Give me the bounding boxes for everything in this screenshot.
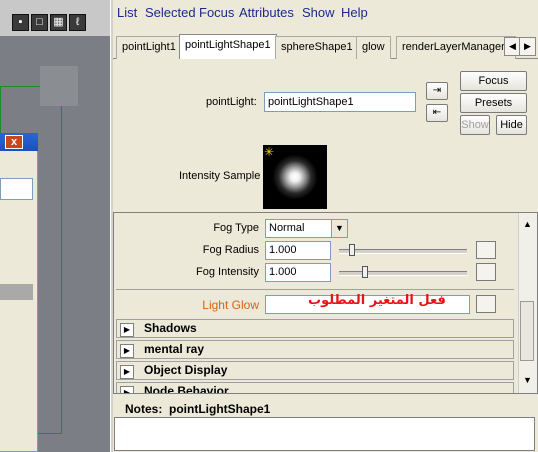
menu-list[interactable]: List xyxy=(117,5,137,20)
tab-glow[interactable]: glow xyxy=(356,36,391,59)
window-selected-row[interactable] xyxy=(0,284,33,300)
fog-intensity-map-icon[interactable] xyxy=(476,263,496,281)
notes-textarea[interactable] xyxy=(114,417,535,451)
frame-object-display[interactable]: ▶ Object Display xyxy=(116,361,514,380)
light-glow-map-icon[interactable] xyxy=(476,295,496,313)
fog-intensity-label: Fog Intensity xyxy=(196,266,259,278)
viewport-icon[interactable]: ▪ xyxy=(12,14,29,31)
menu-focus[interactable]: Focus xyxy=(199,5,234,20)
menu-attributes[interactable]: Attributes xyxy=(239,5,294,20)
chevron-down-icon: ▼ xyxy=(331,220,347,237)
frame-mental-ray-label: mental ray xyxy=(144,342,205,356)
scroll-thumb[interactable] xyxy=(520,301,534,361)
node-tabs: pointLight1 pointLightShape1 sphereShape… xyxy=(113,34,538,59)
menu-show[interactable]: Show xyxy=(302,5,335,20)
tab-pointlight1[interactable]: pointLight1 xyxy=(116,36,182,59)
scroll-up-icon[interactable]: ▲ xyxy=(523,219,532,229)
expand-arrow-icon[interactable]: ▶ xyxy=(120,344,134,358)
menu-selected[interactable]: Selected xyxy=(145,5,196,20)
fog-radius-slider[interactable] xyxy=(339,249,467,254)
lasso-icon[interactable]: ℓ xyxy=(69,14,86,31)
fog-intensity-field[interactable]: 1.000 xyxy=(265,263,331,282)
menu-help[interactable]: Help xyxy=(341,5,368,20)
scroll-down-icon[interactable]: ▼ xyxy=(523,375,532,385)
presets-button[interactable]: Presets xyxy=(460,93,527,113)
viewport-shape xyxy=(40,66,78,106)
input-connection-icon[interactable]: ⇥ xyxy=(426,82,448,100)
tab-pointlightshape1[interactable]: pointLightShape1 xyxy=(179,34,277,59)
fog-type-value: Normal xyxy=(269,222,305,234)
viewport-panel: ▪ □ ▦ ℓ x xyxy=(0,0,110,452)
hide-button[interactable]: Hide xyxy=(496,115,527,135)
fog-intensity-slider[interactable] xyxy=(339,271,467,276)
attribute-scroll-area[interactable]: Fog Type Normal ▼ Fog Radius 1.000 Fog I… xyxy=(113,212,538,394)
focus-button[interactable]: Focus xyxy=(460,71,527,91)
tab-scroll-right-icon[interactable]: ▶ xyxy=(519,37,536,56)
intensity-sample-label: Intensity Sample xyxy=(179,170,261,182)
light-glow-label: Light Glow xyxy=(202,298,259,312)
frame-object-display-label: Object Display xyxy=(144,363,228,377)
node-type-label: pointLight: xyxy=(206,96,257,108)
menu-bar: List Selected Focus Attributes Show Help xyxy=(113,2,538,22)
divider xyxy=(116,289,514,290)
node-name-field[interactable]: pointLightShape1 xyxy=(264,92,416,112)
fog-type-row: Fog Type Normal ▼ xyxy=(114,219,516,239)
expand-arrow-icon[interactable]: ▶ xyxy=(120,365,134,379)
notes-label: Notes: pointLightShape1 xyxy=(125,402,271,416)
render-cube-icon[interactable]: ▦ xyxy=(50,14,67,31)
tab-renderlayermanager[interactable]: renderLayerManager xyxy=(396,36,516,59)
close-icon[interactable]: x xyxy=(5,135,23,149)
window-field[interactable] xyxy=(0,178,33,200)
output-connection-icon[interactable]: ⇤ xyxy=(426,104,448,122)
frame-shadows-label: Shadows xyxy=(144,321,197,335)
frame-node-behavior[interactable]: ▶ Node Behavior xyxy=(116,382,514,394)
fog-radius-label: Fog Radius xyxy=(202,244,259,256)
node-header: pointLight: pointLightShape1 ⇥ ⇤ Focus P… xyxy=(113,65,538,212)
frame-shadows[interactable]: ▶ Shadows xyxy=(116,319,514,338)
fog-type-dropdown[interactable]: Normal ▼ xyxy=(265,219,348,238)
notes-section: Notes: pointLightShape1 xyxy=(113,400,538,452)
fog-radius-slider-thumb[interactable] xyxy=(348,244,355,256)
fog-radius-map-icon[interactable] xyxy=(476,241,496,259)
expand-arrow-icon[interactable]: ▶ xyxy=(120,323,134,337)
fog-radius-row: Fog Radius 1.000 xyxy=(114,241,516,261)
fog-type-label: Fog Type xyxy=(213,222,259,234)
expand-arrow-icon[interactable]: ▶ xyxy=(120,386,134,393)
fog-intensity-row: Fog Intensity 1.000 xyxy=(114,263,516,283)
frame-mental-ray[interactable]: ▶ mental ray xyxy=(116,340,514,359)
light-glow-annotation: فعل المتغير المطلوب xyxy=(308,293,446,308)
wire-cube-icon[interactable]: □ xyxy=(31,14,48,31)
show-button[interactable]: Show xyxy=(460,115,490,135)
tab-sphereshape1[interactable]: sphereShape1 xyxy=(275,36,359,59)
light-icon: ✳ xyxy=(264,145,275,159)
light-glow-row: Light Glow فعل المتغير المطلوب xyxy=(114,293,516,315)
frame-node-behavior-label: Node Behavior xyxy=(144,384,229,394)
fog-intensity-slider-thumb[interactable] xyxy=(361,266,368,278)
vertical-scrollbar[interactable]: ▲ ▼ xyxy=(518,213,537,393)
fog-radius-field[interactable]: 1.000 xyxy=(265,241,331,260)
